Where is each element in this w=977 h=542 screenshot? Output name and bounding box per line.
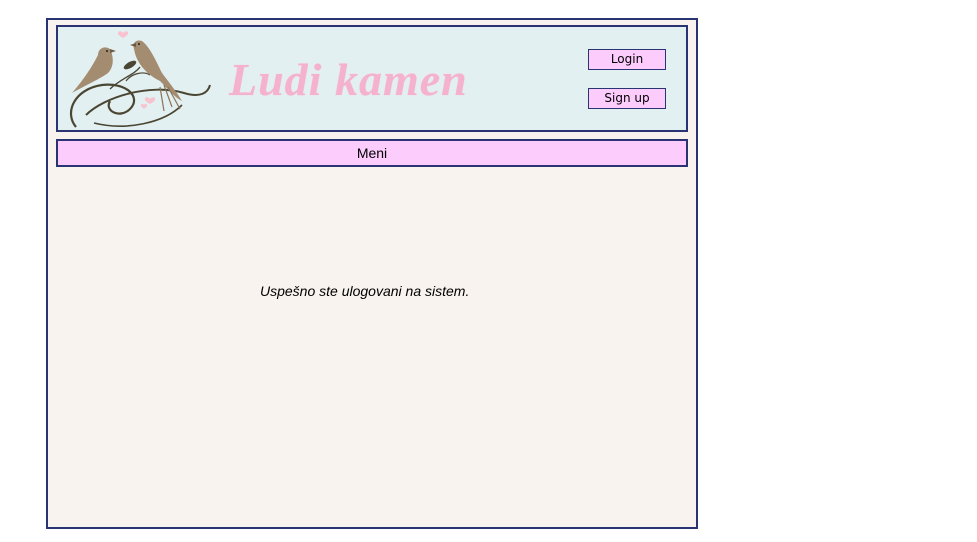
login-success-message: Uspešno ste ulogovani na sistem. (260, 283, 470, 299)
login-button[interactable]: Login (588, 49, 666, 70)
menu-button[interactable]: Meni (56, 139, 688, 167)
site-title: Ludi kamen (229, 54, 468, 105)
signup-button[interactable]: Sign up (588, 88, 666, 109)
site-header: Ludi kamen Login Sign up (56, 25, 688, 132)
love-birds-icon (70, 31, 211, 128)
page-frame: Ludi kamen Login Sign up Meni Uspešno st… (46, 18, 698, 529)
